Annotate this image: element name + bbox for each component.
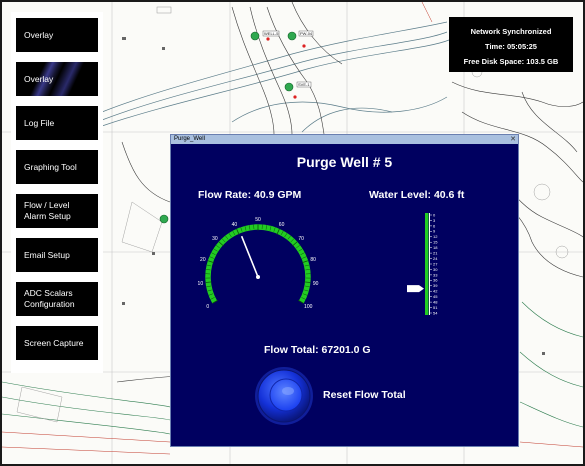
svg-text:SVE-1: SVE-1 [298,82,310,87]
flow-rate-label: Flow Rate: 40.9 GPM [198,189,302,201]
level-tick-label: 51 [433,305,438,310]
level-tick-label: 12 [433,234,438,239]
sidebar-item-screen-capture[interactable]: Screen Capture [16,326,98,360]
gauge-needle [240,235,259,278]
gauge-tick-label: 10 [198,281,203,287]
sidebar-item-label: Email Setup [24,249,70,260]
sidebar-item-label: Overlay [24,29,54,40]
gauge-hub [256,275,260,279]
reset-flow-total-button[interactable] [254,366,314,426]
level-tick-label: 0 [433,212,436,217]
gauge-arc [205,224,311,304]
sidebar-item-adc-scalars[interactable]: ADC Scalars Configuration [16,282,98,316]
network-status: Network Synchronized [470,27,552,36]
level-tick-label: 36 [433,278,438,283]
sidebar-item-alarm-setup[interactable]: Flow / Level Alarm Setup [16,194,98,228]
purge-well-dialog: Purge_Well ✕ Purge Well # 5 Flow Rate: 4… [170,134,519,447]
flow-rate-gauge: 0 10 20 30 40 50 60 70 80 90 100 [198,217,319,310]
gauge-tick-label: 50 [255,217,261,223]
gauge-tick-label: 100 [304,304,313,310]
sidebar-item-email-setup[interactable]: Email Setup [16,238,98,272]
gauge-tick-label: 20 [200,257,206,263]
level-bar [425,213,429,315]
level-tick-label: 27 [433,261,438,266]
level-tick-label: 15 [433,240,438,245]
disk-space: Free Disk Space: 103.5 GB [463,57,559,66]
water-level-label: Water Level: 40.6 ft [369,189,465,201]
gauge-tick-label: 70 [298,236,304,242]
gauge-tick-label: 40 [232,222,238,228]
gauge-tick-label: 30 [212,236,218,242]
level-tick-label: 42 [433,289,438,294]
level-tick-label: 3 [433,218,436,223]
dialog-window-title: Purge_Well [174,136,205,142]
level-tick-label: 54 [433,310,438,315]
sidebar: Overlay Overlay Log File Graphing Tool F… [11,12,103,373]
level-tick-label: 30 [433,267,438,272]
level-tick-label: 24 [433,256,438,261]
level-axis [429,213,430,315]
sidebar-item-label: Screen Capture [24,337,84,348]
sidebar-item-label: Log File [24,117,55,128]
status-panel: Network Synchronized Time: 05:05:25 Free… [449,17,573,72]
reset-flow-total-label[interactable]: Reset Flow Total [323,389,406,401]
sidebar-item-label: ADC Scalars Configuration [24,288,75,309]
clock-time: Time: 05:05:25 [485,42,537,51]
sidebar-item-log-file[interactable]: Log File [16,106,98,140]
flow-total-label: Flow Total: 67201.0 G [264,344,371,356]
level-tick-label: 9 [433,229,436,234]
app-window: WELL-5 PW-04 SVE-1 Overlay Overlay Log F… [0,0,585,466]
sidebar-item-label: Flow / Level Alarm Setup [24,200,71,221]
dialog-titlebar[interactable]: Purge_Well ✕ [171,135,518,144]
close-icon[interactable]: ✕ [510,135,516,144]
level-tick-label: 18 [433,245,438,250]
gauge-tick-label: 60 [279,222,285,228]
level-tick-label: 6 [433,223,436,228]
gauge-tick-label: 80 [310,257,316,263]
svg-text:PW-04: PW-04 [300,31,313,36]
level-tick-label: 48 [433,300,438,305]
sidebar-item-overlay-2[interactable]: Overlay [16,62,98,96]
sidebar-item-label: Overlay [24,73,54,84]
level-pointer [407,285,424,293]
sidebar-item-overlay-1[interactable]: Overlay [16,18,98,52]
level-tick-label: 45 [433,294,438,299]
dialog-title: Purge Well # 5 [296,154,393,170]
gauge-tick-label: 90 [313,281,319,287]
sidebar-item-graphing-tool[interactable]: Graphing Tool [16,150,98,184]
level-tick-label: 21 [433,251,438,256]
level-tick-label: 33 [433,272,438,277]
level-tick-label: 39 [433,283,438,288]
svg-text:WELL-5: WELL-5 [264,31,279,36]
sidebar-item-label: Graphing Tool [24,161,77,172]
water-level-gauge: 0369121518212427303336394245485154 [407,212,438,315]
gauge-tick-label: 0 [206,304,209,310]
